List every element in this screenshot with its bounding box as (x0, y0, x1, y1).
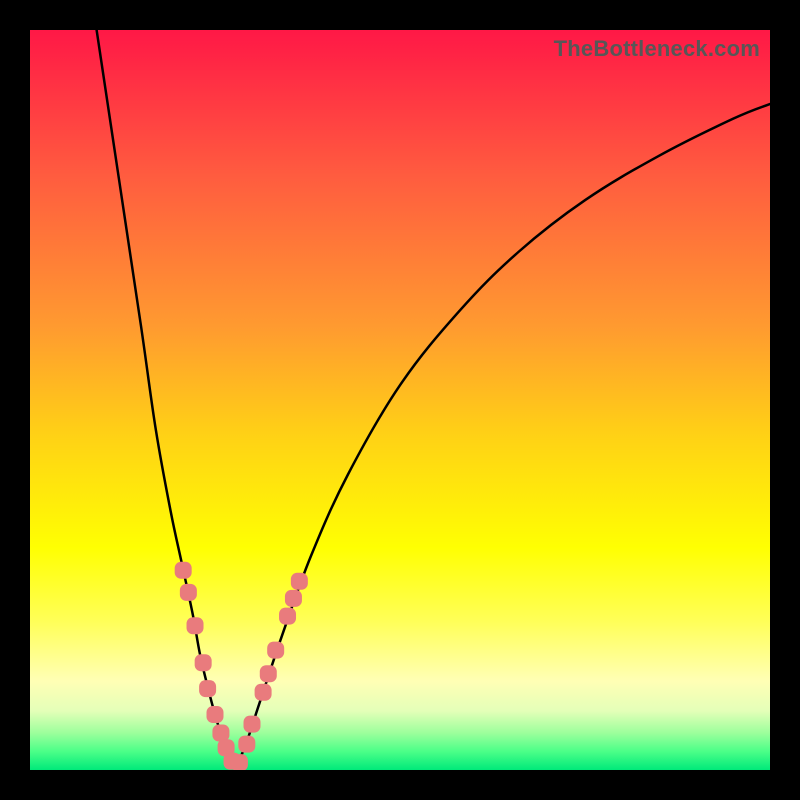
data-marker (279, 608, 296, 625)
data-marker (255, 684, 272, 701)
data-marker (244, 716, 261, 733)
data-marker (285, 590, 302, 607)
data-marker (231, 754, 248, 770)
curve-layer (30, 30, 770, 770)
data-marker (260, 665, 277, 682)
data-marker (207, 706, 224, 723)
data-marker (180, 584, 197, 601)
chart-frame: TheBottleneck.com (0, 0, 800, 800)
data-marker (291, 573, 308, 590)
data-marker (199, 680, 216, 697)
data-marker (267, 642, 284, 659)
plot-area: TheBottleneck.com (30, 30, 770, 770)
data-marker (195, 654, 212, 671)
data-marker (175, 562, 192, 579)
data-marker (212, 725, 229, 742)
data-marker (238, 736, 255, 753)
data-marker (187, 617, 204, 634)
